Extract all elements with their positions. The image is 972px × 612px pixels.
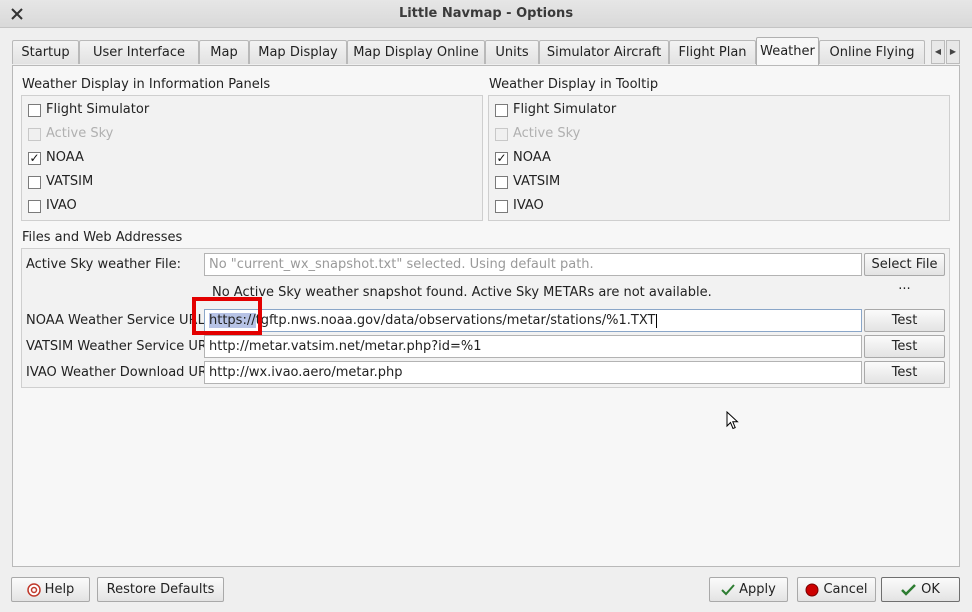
tab-flight-plan[interactable]: Flight Plan bbox=[669, 40, 756, 64]
window-title: Little Navmap - Options bbox=[398, 6, 574, 21]
noaa-test-button[interactable]: Test bbox=[864, 309, 945, 332]
info-panels-group: Flight Simulator Active Sky ✓ NOAA VATSI… bbox=[21, 95, 483, 221]
checkbox-box[interactable] bbox=[28, 176, 41, 189]
checkbox-box bbox=[495, 128, 508, 141]
checkbox-label: Flight Simulator bbox=[46, 102, 150, 117]
apply-label: Apply bbox=[739, 582, 776, 597]
help-button[interactable]: Help bbox=[11, 577, 90, 602]
tab-map-display[interactable]: Map Display bbox=[249, 40, 347, 64]
mouse-cursor-icon bbox=[726, 411, 739, 430]
activesky-status-text: No Active Sky weather snapshot found. Ac… bbox=[212, 285, 712, 300]
url-text: tgftp.nws.noaa.gov/data/observations/met… bbox=[255, 313, 656, 328]
vatsim-url-field[interactable]: http://metar.vatsim.net/metar.php?id=%1 bbox=[204, 335, 862, 358]
tab-scroll-right-icon[interactable]: ▶ bbox=[946, 40, 960, 64]
tab-weather[interactable]: Weather bbox=[756, 37, 819, 65]
ok-icon bbox=[901, 583, 916, 596]
check-icon[interactable]: ✓ bbox=[28, 152, 41, 165]
checkbox-label: Active Sky bbox=[513, 126, 581, 141]
checkbox-label: VATSIM bbox=[46, 174, 94, 189]
activesky-file-field[interactable]: No "current_wx_snapshot.txt" selected. U… bbox=[204, 253, 862, 276]
checkbox-label: NOAA bbox=[513, 150, 551, 165]
checkbox-label: NOAA bbox=[46, 150, 84, 165]
tab-scroll-left-icon[interactable]: ◀ bbox=[931, 40, 945, 64]
cancel-label: Cancel bbox=[823, 582, 868, 597]
noaa-url-label: NOAA Weather Service URL: bbox=[26, 313, 210, 328]
restore-defaults-button[interactable]: Restore Defaults bbox=[97, 577, 224, 602]
activesky-file-label: Active Sky weather File: bbox=[26, 257, 182, 272]
checkbox-box[interactable] bbox=[28, 104, 41, 117]
checkbox-box[interactable] bbox=[495, 200, 508, 213]
checkbox-label: VATSIM bbox=[513, 174, 561, 189]
files-title: Files and Web Addresses bbox=[22, 230, 183, 245]
checkbox-box[interactable] bbox=[495, 176, 508, 189]
check-icon[interactable]: ✓ bbox=[495, 152, 508, 165]
checkbox-box bbox=[28, 128, 41, 141]
select-file-button[interactable]: Select File ... bbox=[864, 253, 945, 293]
checkbox-box[interactable] bbox=[495, 104, 508, 117]
ivao-url-label: IVAO Weather Download URL: bbox=[26, 365, 219, 380]
title-bar: Little Navmap - Options bbox=[0, 0, 972, 28]
vatsim-test-button[interactable]: Test bbox=[864, 335, 945, 358]
checkbox-box[interactable] bbox=[28, 200, 41, 213]
tab-user-interface[interactable]: User Interface bbox=[79, 40, 199, 64]
tab-map-display-online[interactable]: Map Display Online bbox=[347, 40, 485, 64]
highlight-annotation-box bbox=[192, 297, 262, 335]
ivao-url-field[interactable]: http://wx.ivao.aero/metar.php bbox=[204, 361, 862, 384]
apply-button[interactable]: Apply bbox=[709, 577, 788, 602]
tab-bar: Startup User Interface Map Map Display M… bbox=[12, 37, 960, 66]
vatsim-url-label: VATSIM Weather Service URL: bbox=[26, 339, 219, 354]
tab-startup[interactable]: Startup bbox=[12, 40, 79, 64]
ok-label: OK bbox=[921, 582, 940, 597]
tooltip-group: Flight Simulator Active Sky ✓ NOAA VATSI… bbox=[488, 95, 950, 221]
help-label: Help bbox=[44, 582, 75, 597]
checkbox-label: IVAO bbox=[513, 198, 544, 213]
checkbox-label: Active Sky bbox=[46, 126, 114, 141]
tab-units[interactable]: Units bbox=[485, 40, 539, 64]
checkbox-label: IVAO bbox=[46, 198, 77, 213]
ivao-test-button[interactable]: Test bbox=[864, 361, 945, 384]
help-icon bbox=[26, 582, 41, 597]
tooltip-title: Weather Display in Tooltip bbox=[489, 77, 659, 92]
info-panels-title: Weather Display in Information Panels bbox=[22, 77, 271, 92]
tab-simulator-aircraft[interactable]: Simulator Aircraft bbox=[539, 40, 669, 64]
ok-button[interactable]: OK bbox=[881, 577, 960, 602]
check-icon bbox=[721, 583, 735, 595]
tab-map[interactable]: Map bbox=[199, 40, 249, 64]
cancel-button[interactable]: Cancel bbox=[797, 577, 876, 602]
checkbox-label: Flight Simulator bbox=[513, 102, 617, 117]
noaa-url-field[interactable]: https://tgftp.nws.noaa.gov/data/observat… bbox=[204, 309, 862, 332]
tab-online-flying[interactable]: Online Flying bbox=[819, 40, 925, 64]
cancel-icon bbox=[805, 583, 819, 596]
text-caret bbox=[656, 313, 658, 328]
